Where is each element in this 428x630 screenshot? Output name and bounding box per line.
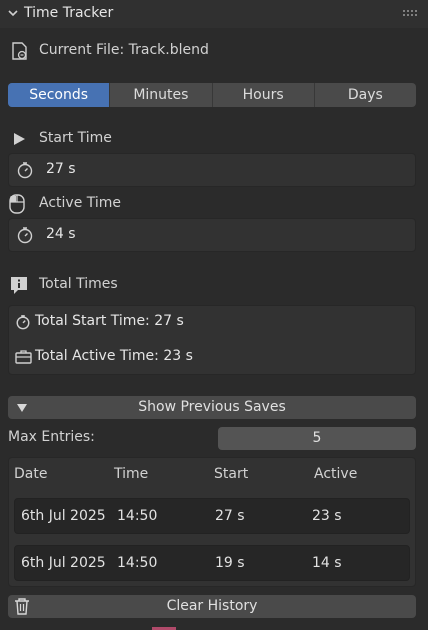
tab-seconds[interactable]: Seconds xyxy=(8,83,111,107)
trash-icon[interactable] xyxy=(14,598,30,615)
column-header-active: Active xyxy=(314,466,358,482)
row-active: 23 s xyxy=(312,508,342,524)
total-start-time: Total Start Time: 27 s xyxy=(35,313,184,329)
column-header-start: Start xyxy=(214,466,249,482)
row-date: 6th Jul 2025 xyxy=(21,508,106,524)
info-icon xyxy=(9,275,29,295)
total-times-label: Total Times xyxy=(39,276,118,292)
table-row: 6th Jul 2025 14:50 19 s 14 s xyxy=(14,545,410,581)
unit-tabs: Seconds Minutes Hours Days xyxy=(8,83,416,107)
column-header-date: Date xyxy=(14,466,48,482)
triangle-down-icon[interactable] xyxy=(16,403,28,413)
row-date: 6th Jul 2025 xyxy=(21,555,106,571)
current-file-label: Current File: Track.blend xyxy=(39,42,209,58)
row-time: 14:50 xyxy=(117,508,158,524)
stopwatch-icon xyxy=(15,314,31,330)
column-header-time: Time xyxy=(114,466,149,482)
start-time-value: 27 s xyxy=(46,161,76,177)
row-active: 14 s xyxy=(312,555,342,571)
start-time-label: Start Time xyxy=(39,130,112,146)
show-previous-saves-toggle[interactable]: Show Previous Saves xyxy=(8,396,416,419)
max-entries-label: Max Entries: xyxy=(8,429,95,445)
chevron-down-icon[interactable] xyxy=(6,6,20,20)
row-start: 19 s xyxy=(215,555,245,571)
active-time-value: 24 s xyxy=(46,226,76,242)
panel-title: Time Tracker xyxy=(24,5,114,21)
active-time-label: Active Time xyxy=(39,195,122,211)
drag-handle-icon[interactable] xyxy=(402,9,420,19)
row-time: 14:50 xyxy=(117,555,158,571)
stopwatch-icon xyxy=(16,226,34,244)
mouse-icon xyxy=(9,194,25,214)
row-start: 27 s xyxy=(215,508,245,524)
show-previous-saves-label: Show Previous Saves xyxy=(138,399,286,415)
tab-days[interactable]: Days xyxy=(315,83,416,107)
play-icon xyxy=(12,132,26,146)
total-active-time: Total Active Time: 23 s xyxy=(35,348,193,364)
clear-history-button[interactable]: Clear History xyxy=(8,595,416,618)
max-entries-field[interactable]: 5 xyxy=(218,427,416,450)
clear-history-label: Clear History xyxy=(166,598,258,614)
tab-hours[interactable]: Hours xyxy=(213,83,315,107)
briefcase-icon xyxy=(15,349,32,364)
file-icon xyxy=(10,41,30,61)
tab-minutes[interactable]: Minutes xyxy=(110,83,213,107)
table-row: 6th Jul 2025 14:50 27 s 23 s xyxy=(14,498,410,534)
stopwatch-icon xyxy=(16,161,34,179)
